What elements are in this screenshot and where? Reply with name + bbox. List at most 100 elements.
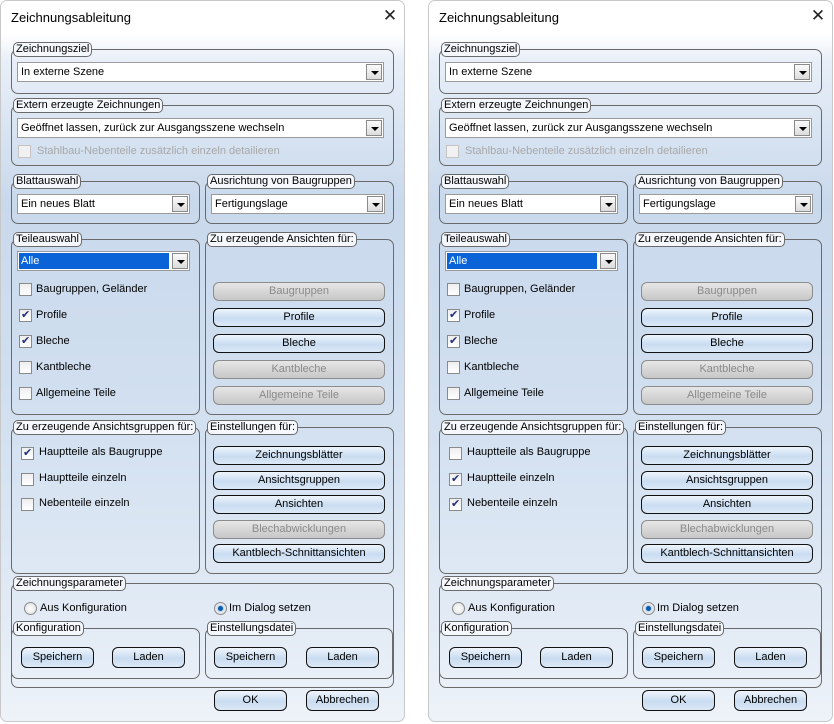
part-selection-select[interactable]: Alle	[17, 251, 190, 271]
drawing-target-select-value: In externe Szene	[449, 66, 533, 78]
detail-secondary-parts-label: Stahlbau-Nebenteile zusätzlich einzeln d…	[465, 145, 708, 157]
cancel-button[interactable]: Abbrechen	[734, 690, 807, 711]
chevron-down-icon[interactable]	[366, 64, 382, 80]
file-load-button[interactable]: Laden	[306, 647, 379, 668]
views-button[interactable]: Profile	[641, 308, 813, 327]
views-button[interactable]: Profile	[213, 308, 385, 327]
group-assembly-orientation-legend: Ausrichtung von Baugruppen	[635, 174, 783, 189]
part-checkbox[interactable]	[447, 308, 460, 322]
sheet-select[interactable]: Ein neues Blatt	[17, 194, 190, 214]
viewgroup-checkbox[interactable]	[449, 447, 462, 460]
drawing-derivation-dialog-right: Zeichnungsableitung ✕ Zeichnungsziel In ext…	[428, 0, 833, 722]
chevron-down-icon[interactable]	[600, 196, 616, 212]
settings-button[interactable]: Zeichnungsblätter	[213, 446, 385, 465]
group-viewgroups-for-legend: Zu erzeugende Ansichtsgruppen für:	[441, 420, 625, 435]
group-viewgroups-for: Zu erzeugende Ansichtsgruppen für: Hauptt…	[11, 420, 200, 574]
close-icon[interactable]: ✕	[807, 5, 829, 27]
views-button[interactable]: Bleche	[213, 334, 385, 353]
config-save-button[interactable]: Speichern	[449, 647, 522, 668]
config-load-button[interactable]: Laden	[112, 647, 185, 668]
sheet-select-value: Ein neues Blatt	[21, 198, 95, 210]
settings-button[interactable]: Ansichtsgruppen	[641, 470, 813, 490]
title-bar: Zeichnungsableitung ✕	[1, 1, 404, 33]
radio-set-in-dialog-label: Im Dialog setzen	[229, 602, 311, 614]
file-load-button[interactable]: Laden	[734, 647, 807, 668]
group-settings-file-legend: Einstellungsdatei	[635, 621, 725, 636]
chevron-down-icon[interactable]	[795, 196, 811, 212]
chevron-down-icon[interactable]	[600, 253, 616, 269]
settings-button[interactable]: Ansichten	[641, 495, 813, 514]
dialog-title: Zeichnungsableitung	[439, 10, 559, 25]
viewgroup-checkbox-label: Hauptteile einzeln	[467, 471, 555, 484]
config-load-button[interactable]: Laden	[540, 647, 613, 668]
part-checkbox[interactable]	[19, 283, 32, 296]
viewgroup-checkbox[interactable]	[21, 498, 34, 511]
part-checkbox[interactable]	[447, 334, 460, 348]
viewgroup-checkbox-label: Hauptteile einzeln	[39, 471, 127, 484]
orientation-select[interactable]: Fertigungslage	[211, 194, 385, 214]
views-button: Kantbleche	[641, 360, 813, 379]
viewgroup-checkbox[interactable]	[449, 472, 462, 486]
orientation-select[interactable]: Fertigungslage	[639, 194, 813, 214]
group-drawing-target: Zeichnungsziel In externe Szene	[11, 42, 394, 94]
drawing-target-select[interactable]: In externe Szene	[445, 62, 812, 82]
viewgroup-checkbox[interactable]	[21, 472, 34, 486]
sheet-select[interactable]: Ein neues Blatt	[445, 194, 618, 214]
group-drawing-parameters: Zeichnungsparameter Aus Konfiguration Im D…	[11, 576, 394, 688]
drawing-derivation-dialog-left: Zeichnungsableitung ✕ Zeichnungsziel In ext…	[0, 0, 405, 722]
part-checkbox[interactable]	[447, 283, 460, 296]
radio-set-in-dialog[interactable]	[642, 602, 655, 615]
file-save-button[interactable]: Speichern	[642, 647, 715, 668]
settings-button[interactable]: Kantblech-Schnittansichten	[213, 544, 385, 563]
cancel-button[interactable]: Abbrechen	[306, 690, 379, 711]
part-checkbox-label: Profile	[36, 309, 68, 321]
group-sheet-selection: Blattauswahl Ein neues Blatt	[11, 174, 200, 224]
chevron-down-icon[interactable]	[172, 196, 188, 212]
ok-button[interactable]: OK	[642, 690, 715, 711]
part-checkbox[interactable]	[19, 308, 32, 322]
settings-button[interactable]: Kantblech-Schnittansichten	[641, 544, 813, 563]
ok-button[interactable]: OK	[214, 690, 287, 711]
external-drawings-select[interactable]: Geöffnet lassen, zurück zur Ausgangsszen…	[445, 118, 812, 138]
settings-button[interactable]: Ansichten	[213, 495, 385, 514]
drawing-target-select[interactable]: In externe Szene	[17, 62, 384, 82]
group-configuration-legend: Konfiguration	[13, 621, 84, 636]
viewgroup-checkbox-label: Hauptteile als Baugruppe	[39, 446, 163, 458]
part-checkbox[interactable]	[19, 387, 32, 400]
part-checkbox[interactable]	[447, 361, 460, 374]
group-sheet-selection: Blattauswahl Ein neues Blatt	[439, 174, 628, 224]
radio-from-configuration[interactable]	[24, 602, 37, 615]
part-checkbox[interactable]	[19, 361, 32, 374]
chevron-down-icon[interactable]	[366, 120, 382, 136]
group-external-drawings-legend: Extern erzeugte Zeichnungen	[441, 98, 592, 113]
chevron-down-icon[interactable]	[794, 120, 810, 136]
file-save-button[interactable]: Speichern	[214, 647, 287, 668]
group-configuration: Konfiguration Speichern Laden	[11, 621, 200, 679]
part-checkbox[interactable]	[447, 387, 460, 400]
group-configuration-legend: Konfiguration	[441, 621, 512, 636]
radio-from-configuration[interactable]	[452, 602, 465, 615]
group-drawing-parameters-legend: Zeichnungsparameter	[13, 576, 127, 591]
chevron-down-icon[interactable]	[794, 64, 810, 80]
settings-button[interactable]: Zeichnungsblätter	[641, 446, 813, 465]
sheet-select-value: Ein neues Blatt	[449, 198, 523, 210]
part-checkbox-label: Kantbleche	[36, 361, 92, 373]
group-part-selection-legend: Teileauswahl	[13, 232, 82, 247]
chevron-down-icon[interactable]	[367, 196, 383, 212]
part-selection-select[interactable]: Alle	[445, 251, 618, 271]
viewgroup-checkbox[interactable]	[21, 446, 34, 460]
part-checkbox-label: Kantbleche	[464, 361, 520, 373]
chevron-down-icon[interactable]	[172, 253, 188, 269]
external-drawings-select[interactable]: Geöffnet lassen, zurück zur Ausgangsszen…	[17, 118, 384, 138]
config-save-button[interactable]: Speichern	[21, 647, 94, 668]
settings-button[interactable]: Ansichtsgruppen	[213, 470, 385, 490]
views-button[interactable]: Bleche	[641, 334, 813, 353]
viewgroup-checkbox-label: Nebenteile einzeln	[39, 497, 130, 509]
part-checkbox[interactable]	[19, 334, 32, 348]
radio-set-in-dialog[interactable]	[214, 602, 227, 615]
viewgroup-checkbox[interactable]	[449, 497, 462, 511]
group-settings-for-legend: Einstellungen für:	[635, 420, 726, 435]
viewgroup-checkbox-label: Nebenteile einzeln	[467, 497, 558, 509]
group-part-selection: Teileauswahl Alle Baugruppen, Geländer Prof…	[11, 232, 200, 415]
close-icon[interactable]: ✕	[379, 5, 401, 27]
